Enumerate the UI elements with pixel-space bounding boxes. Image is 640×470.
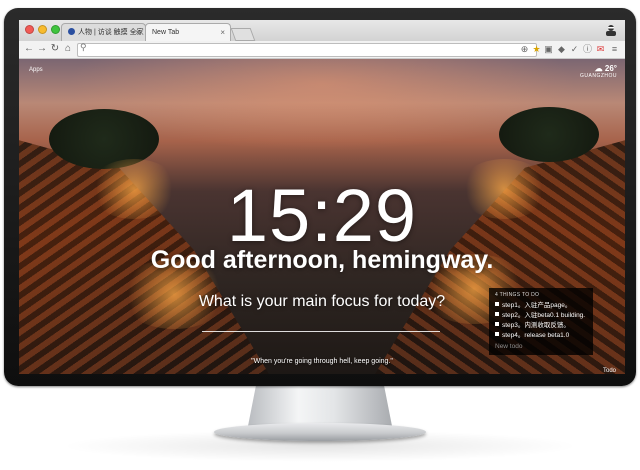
zoom-window-button[interactable] bbox=[51, 25, 60, 34]
tab-inactive[interactable]: 人物 | 访谈 触摸 全家 暖在 × bbox=[61, 23, 146, 54]
address-bar[interactable]: ⚲ bbox=[77, 42, 537, 57]
monitor-stand-base bbox=[214, 423, 426, 441]
search-icon: ⚲ bbox=[80, 42, 87, 52]
monitor-stand bbox=[248, 382, 392, 426]
background-trees bbox=[499, 107, 599, 162]
weather-city: GUANGZHOU bbox=[580, 73, 617, 79]
apps-link[interactable]: Apps bbox=[29, 67, 43, 73]
back-arrow-icon[interactable]: ← bbox=[23, 43, 35, 55]
todo-item[interactable]: step3。内测收取反馈。 bbox=[495, 321, 587, 331]
new-tab-button[interactable] bbox=[230, 28, 256, 41]
todo-item[interactable]: step1。入驻产品page。 bbox=[495, 301, 587, 311]
home-icon[interactable]: ⌂ bbox=[62, 43, 74, 55]
close-tab-icon[interactable]: × bbox=[220, 24, 225, 42]
browser-toolbar: ← → ↻ ⌂ ⚲ ⊕ ★ ▣ ◆ ✓ ⓘ ✉ ≡ bbox=[19, 41, 625, 59]
todo-item[interactable]: step2。入驻beta0.1 building. bbox=[495, 311, 587, 321]
focus-input[interactable] bbox=[202, 321, 440, 332]
star-icon[interactable]: ★ bbox=[531, 44, 542, 55]
cloud-icon: ☁ bbox=[594, 64, 603, 73]
forward-arrow-icon[interactable]: → bbox=[36, 43, 48, 55]
window-controls bbox=[25, 25, 60, 34]
todo-checkbox[interactable] bbox=[495, 302, 499, 306]
todo-toggle-button[interactable]: Todo bbox=[603, 368, 616, 374]
info-icon[interactable]: ⓘ bbox=[582, 44, 593, 55]
close-window-button[interactable] bbox=[25, 25, 34, 34]
checkmark-icon[interactable]: ✓ bbox=[569, 44, 580, 55]
zoom-icon[interactable]: ⊕ bbox=[519, 44, 530, 55]
reload-icon[interactable]: ↻ bbox=[49, 43, 61, 55]
new-tab-dashboard: Apps ☁ 26° GUANGZHOU 15:29 Good afternoo… bbox=[19, 59, 625, 374]
weather-widget[interactable]: ☁ 26° GUANGZHOU bbox=[580, 64, 617, 79]
greeting: Good afternoon, hemingway. bbox=[150, 246, 494, 274]
profile-avatar-icon[interactable] bbox=[603, 23, 619, 38]
weather-temperature: ☁ 26° bbox=[594, 64, 617, 73]
monitor-bezel: 人物 | 访谈 触摸 全家 暖在 × New Tab × ← → ↻ ⌂ ⚲ ⊕… bbox=[4, 8, 636, 386]
minimize-window-button[interactable] bbox=[38, 25, 47, 34]
mail-icon[interactable]: ✉ bbox=[595, 44, 606, 55]
todo-panel: 4 THINGS TO DO step1。入驻产品page。 step2。入驻b… bbox=[489, 288, 593, 355]
menu-icon[interactable]: ≡ bbox=[609, 44, 620, 55]
new-todo-input[interactable]: New todo bbox=[495, 343, 587, 350]
todo-checkbox[interactable] bbox=[495, 312, 499, 316]
todo-item[interactable]: step4。release beta1.0 bbox=[495, 331, 587, 341]
todo-checkbox[interactable] bbox=[495, 332, 499, 336]
extension-icon[interactable]: ▣ bbox=[543, 44, 554, 55]
screen: 人物 | 访谈 触摸 全家 暖在 × New Tab × ← → ↻ ⌂ ⚲ ⊕… bbox=[19, 20, 625, 374]
todo-title: 4 THINGS TO DO bbox=[495, 292, 540, 298]
pocket-icon[interactable]: ◆ bbox=[556, 44, 567, 55]
tab-favicon-icon bbox=[68, 28, 75, 35]
tab-active[interactable]: New Tab × bbox=[145, 23, 231, 41]
clock-time: 15:29 bbox=[226, 174, 418, 257]
browser-tab-bar: 人物 | 访谈 触摸 全家 暖在 × New Tab × bbox=[19, 20, 625, 54]
close-tab-icon[interactable]: × bbox=[135, 24, 140, 42]
tab-label: New Tab bbox=[152, 29, 180, 36]
quote: "When you're going through hell, keep go… bbox=[251, 358, 393, 365]
todo-checkbox[interactable] bbox=[495, 322, 499, 326]
